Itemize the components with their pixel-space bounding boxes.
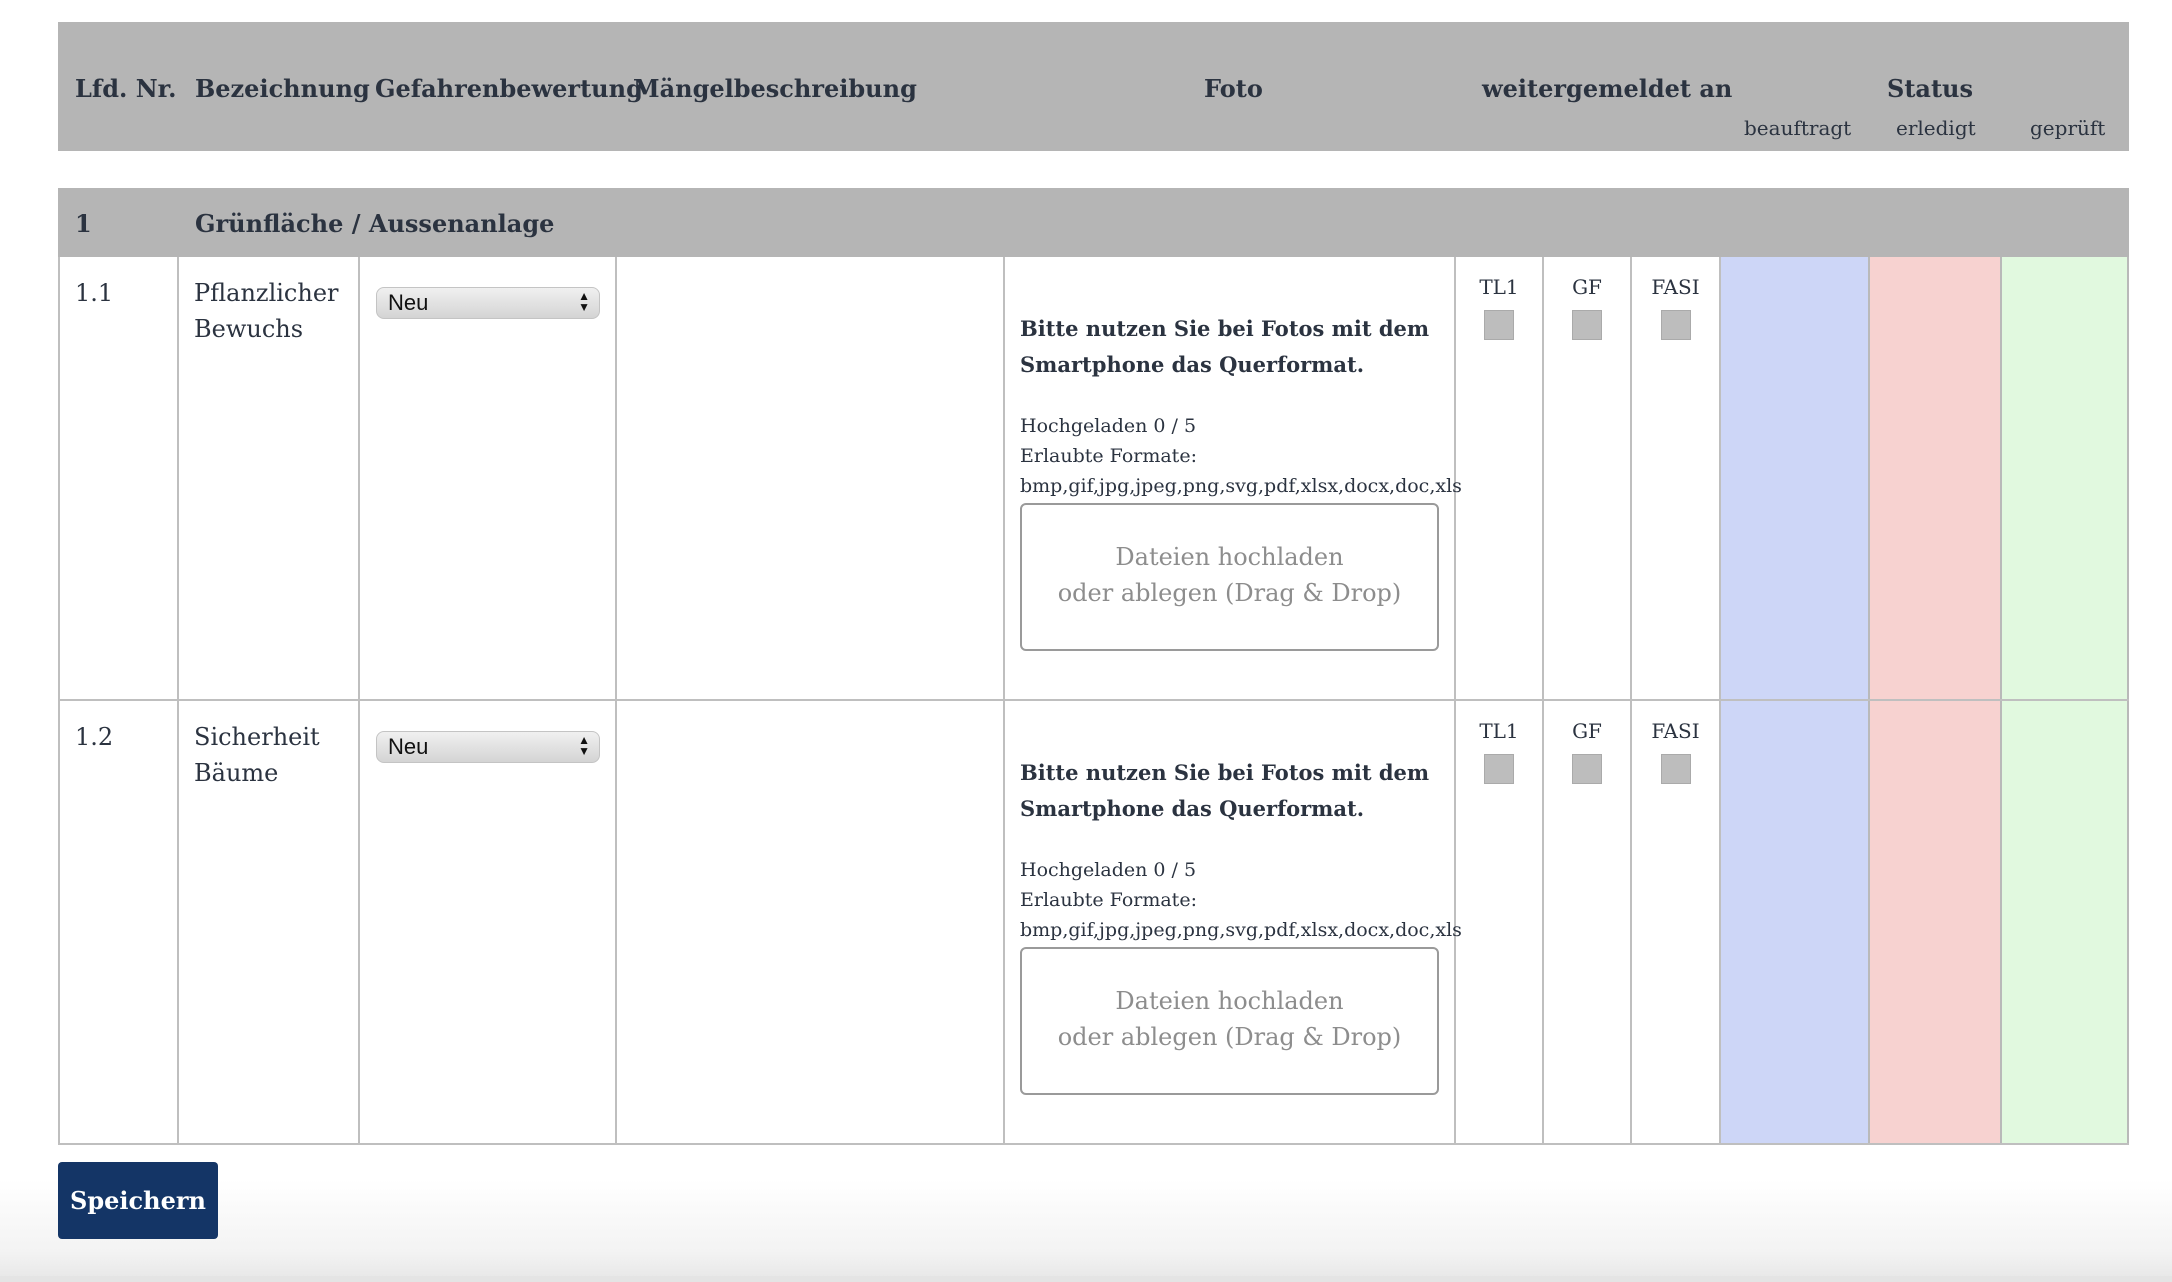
rating-select[interactable]: Neu ▲ ▼: [376, 287, 600, 319]
rating-select-value: Neu: [388, 290, 429, 315]
status-erledigt-cell[interactable]: [1870, 257, 2002, 699]
section-header: 1 Grünfläche / Aussenanlage: [58, 188, 2129, 257]
cell-bezeichnung: Sicherheit Bäume: [179, 701, 360, 1143]
header-gefahrenbewertung: Gefahrenbewertung: [375, 74, 643, 103]
header-weitergemeldet: weitergemeldet an: [1482, 74, 1733, 103]
upload-count: Hochgeladen 0 / 5: [1020, 859, 1197, 881]
cell-report-fasi: FASI: [1632, 257, 1721, 699]
dropzone-line2: oder ablegen (Drag & Drop): [1057, 1023, 1402, 1051]
photo-hint-line2: Smartphone das Querformat.: [1020, 352, 1365, 377]
header-status-beauftragt: beauftragt: [1744, 116, 1852, 140]
status-geprueft-cell[interactable]: [2002, 257, 2129, 699]
row-label-line1: Pflanzlicher: [194, 279, 339, 307]
status-geprueft-cell[interactable]: [2002, 701, 2129, 1143]
status-beauftragt-cell[interactable]: [1721, 701, 1870, 1143]
report-checkbox-gf[interactable]: [1572, 310, 1602, 340]
dropzone-line2: oder ablegen (Drag & Drop): [1057, 579, 1402, 607]
row-label-line2: Bewuchs: [194, 315, 304, 343]
row-number: 1.2: [75, 723, 114, 751]
page-footer-line: [0, 1276, 2172, 1282]
cell-gefahrenbewertung: Neu ▲ ▼: [360, 701, 617, 1143]
upload-info: Hochgeladen 0 / 5 Erlaubte Formate: bmp,…: [1020, 855, 1462, 945]
header-foto: Foto: [1204, 74, 1263, 103]
cell-gefahrenbewertung: Neu ▲ ▼: [360, 257, 617, 699]
rating-select[interactable]: Neu ▲ ▼: [376, 731, 600, 763]
rating-select-value: Neu: [388, 734, 429, 759]
cell-foto: Bitte nutzen Sie bei Fotos mit dem Smart…: [1005, 701, 1462, 1143]
header-bezeichnung: Bezeichnung: [195, 74, 370, 103]
report-checkbox-fasi[interactable]: [1661, 754, 1691, 784]
cell-nr: 1.1: [58, 257, 179, 699]
cell-report-tl1: TL1: [1456, 701, 1544, 1143]
formats-list: bmp,gif,jpg,jpeg,png,svg,pdf,xlsx,docx,d…: [1020, 919, 1462, 941]
header-status-erledigt: erledigt: [1896, 116, 1976, 140]
upload-count: Hochgeladen 0 / 5: [1020, 415, 1197, 437]
report-label-fasi: FASI: [1651, 719, 1700, 743]
photo-hint: Bitte nutzen Sie bei Fotos mit dem Smart…: [1020, 311, 1450, 383]
upload-info: Hochgeladen 0 / 5 Erlaubte Formate: bmp,…: [1020, 411, 1462, 501]
header-status-geprueft: geprüft: [2030, 116, 2106, 140]
dropzone-line1: Dateien hochladen: [1115, 543, 1344, 571]
status-beauftragt-cell[interactable]: [1721, 257, 1870, 699]
cell-report-tl1: TL1: [1456, 257, 1544, 699]
row-label-line1: Sicherheit: [194, 723, 320, 751]
header-status: Status: [1887, 74, 1974, 103]
section-title: Grünfläche / Aussenanlage: [195, 209, 555, 238]
formats-list: bmp,gif,jpg,jpeg,png,svg,pdf,xlsx,docx,d…: [1020, 475, 1462, 497]
status-erledigt-cell[interactable]: [1870, 701, 2002, 1143]
formats-label: Erlaubte Formate:: [1020, 445, 1197, 467]
section-number: 1: [75, 209, 92, 238]
cell-report-fasi: FASI: [1632, 701, 1721, 1143]
save-button[interactable]: Speichern: [58, 1162, 218, 1239]
file-dropzone[interactable]: Dateien hochladen oder ablegen (Drag & D…: [1020, 947, 1439, 1095]
cell-foto: Bitte nutzen Sie bei Fotos mit dem Smart…: [1005, 257, 1462, 699]
photo-hint-line1: Bitte nutzen Sie bei Fotos mit dem: [1020, 316, 1430, 341]
report-checkbox-tl1[interactable]: [1484, 310, 1514, 340]
cell-report-gf: GF: [1544, 257, 1632, 699]
row-number: 1.1: [75, 279, 114, 307]
header-maengelbeschreibung: Mängelbeschreibung: [633, 74, 917, 103]
select-arrows-icon: ▲ ▼: [578, 289, 590, 314]
report-label-tl1: TL1: [1479, 719, 1519, 743]
report-checkbox-fasi[interactable]: [1661, 310, 1691, 340]
photo-hint: Bitte nutzen Sie bei Fotos mit dem Smart…: [1020, 755, 1450, 827]
formats-label: Erlaubte Formate:: [1020, 889, 1197, 911]
file-dropzone[interactable]: Dateien hochladen oder ablegen (Drag & D…: [1020, 503, 1439, 651]
cell-maengelbeschreibung[interactable]: [617, 701, 1005, 1143]
report-label-gf: GF: [1572, 719, 1602, 743]
table-row: 1.1 Pflanzlicher Bewuchs Neu ▲ ▼ Bitte nu…: [58, 257, 2129, 701]
cell-report-gf: GF: [1544, 701, 1632, 1143]
row-label-line2: Bäume: [194, 759, 279, 787]
header-lfd-nr: Lfd. Nr.: [75, 74, 177, 103]
cell-bezeichnung: Pflanzlicher Bewuchs: [179, 257, 360, 699]
report-label-gf: GF: [1572, 275, 1602, 299]
dropzone-line1: Dateien hochladen: [1115, 987, 1344, 1015]
page-footer-shade: [0, 1180, 2172, 1282]
cell-maengelbeschreibung[interactable]: [617, 257, 1005, 699]
report-label-tl1: TL1: [1479, 275, 1519, 299]
report-label-fasi: FASI: [1651, 275, 1700, 299]
select-arrows-icon: ▲ ▼: [578, 733, 590, 758]
photo-hint-line2: Smartphone das Querformat.: [1020, 796, 1365, 821]
report-checkbox-gf[interactable]: [1572, 754, 1602, 784]
table-header: Lfd. Nr. Bezeichnung Gefahrenbewertung M…: [58, 22, 2129, 151]
cell-nr: 1.2: [58, 701, 179, 1143]
photo-hint-line1: Bitte nutzen Sie bei Fotos mit dem: [1020, 760, 1430, 785]
table-row: 1.2 Sicherheit Bäume Neu ▲ ▼ Bitte nutzen…: [58, 701, 2129, 1145]
report-checkbox-tl1[interactable]: [1484, 754, 1514, 784]
